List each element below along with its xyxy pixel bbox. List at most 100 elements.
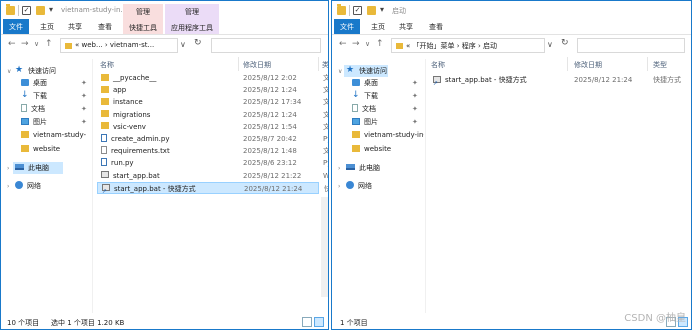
recent-chevron-icon[interactable]: ∨: [34, 38, 39, 50]
address-dropdown-icon[interactable]: ∨: [547, 40, 553, 49]
refresh-icon[interactable]: ↻: [561, 38, 569, 48]
address-bar[interactable]: « 「开始」菜单 › 程序 › 启动: [391, 38, 545, 53]
nav-documents[interactable]: 文档: [21, 103, 45, 115]
nav-folder-vietnam[interactable]: vietnam-study-in-: [352, 129, 424, 141]
column-name[interactable]: 名称: [431, 60, 445, 70]
address-bar[interactable]: « web... › vietnam-st...: [60, 38, 178, 53]
column-divider[interactable]: [647, 57, 648, 71]
file-row[interactable]: app 2025/8/12 1:24 文: [97, 84, 328, 96]
column-date[interactable]: 修改日期: [574, 60, 602, 70]
nav-documents[interactable]: 文档: [352, 103, 376, 115]
nav-downloads[interactable]: ↓ 下载: [21, 90, 47, 102]
picture-icon: [352, 117, 360, 125]
file-name: start_app.bat - 快捷方式: [102, 183, 196, 198]
chevron-down-icon[interactable]: ∨: [7, 68, 11, 75]
nav-downloads[interactable]: ↓ 下载: [352, 90, 378, 102]
details-view-button[interactable]: [302, 317, 312, 327]
explorer-window-right: ✓ ▾ 启动 文件 主页 共享 查看 ← → ∨ ↑ « 「开始」菜单 › 程序…: [331, 0, 692, 330]
address-dropdown-icon[interactable]: ∨: [180, 40, 186, 49]
pane-divider[interactable]: [92, 59, 93, 313]
nav-desktop[interactable]: 桌面: [21, 77, 47, 89]
pin-icon[interactable]: ✦: [412, 92, 418, 100]
pin-icon[interactable]: ✦: [412, 105, 418, 113]
tab-view[interactable]: 查看: [424, 19, 448, 35]
chevron-right-icon[interactable]: ›: [338, 165, 340, 172]
file-row[interactable]: start_app.bat - 快捷方式 2025/8/12 21:24 快捷方式: [429, 74, 681, 90]
tab-shortcut-tools[interactable]: 管理 快捷工具: [123, 4, 163, 35]
column-type[interactable]: 类型: [653, 60, 667, 70]
customize-toolbar-chevron-icon[interactable]: ▾: [49, 5, 53, 14]
tab-home[interactable]: 主页: [366, 19, 390, 35]
nav-pictures[interactable]: 图片: [352, 116, 378, 128]
file-type: 文: [323, 145, 328, 157]
file-row[interactable]: run.py 2025/8/6 23:12 Py: [97, 157, 328, 169]
picture-icon: [21, 117, 29, 125]
column-divider[interactable]: [567, 57, 568, 71]
up-arrow-icon[interactable]: ↑: [376, 38, 384, 50]
forward-arrow-icon[interactable]: →: [21, 38, 29, 50]
file-row[interactable]: instance 2025/8/12 17:34 文: [97, 96, 328, 108]
pin-icon[interactable]: ✦: [81, 118, 87, 126]
properties-check-icon[interactable]: ✓: [353, 6, 362, 15]
new-folder-icon[interactable]: [36, 6, 45, 15]
column-divider[interactable]: [238, 57, 239, 71]
tab-file[interactable]: 文件: [334, 19, 360, 35]
column-date[interactable]: 修改日期: [243, 60, 271, 70]
nav-desktop[interactable]: 桌面: [352, 77, 378, 89]
pane-divider[interactable]: [425, 59, 426, 313]
new-folder-icon[interactable]: [367, 6, 376, 15]
tab-view[interactable]: 查看: [93, 19, 117, 35]
large-icons-view-button[interactable]: [314, 317, 324, 327]
file-row[interactable]: vsic-venv 2025/8/12 1:54 文: [97, 121, 328, 133]
file-name-text: __pycache__: [113, 74, 157, 82]
refresh-icon[interactable]: ↻: [194, 38, 202, 48]
recent-chevron-icon[interactable]: ∨: [365, 38, 370, 50]
pin-icon[interactable]: ✦: [81, 105, 87, 113]
file-row[interactable]: start_app.bat - 快捷方式 2025/8/12 21:24 快: [97, 181, 328, 198]
column-type[interactable]: 类: [322, 60, 328, 70]
up-arrow-icon[interactable]: ↑: [45, 38, 53, 50]
pin-icon[interactable]: ✦: [412, 79, 418, 87]
nav-network[interactable]: 网络: [15, 180, 41, 192]
nav-this-pc[interactable]: 此电脑: [13, 162, 63, 174]
back-arrow-icon[interactable]: ←: [8, 38, 16, 50]
nav-folder-website[interactable]: website: [21, 143, 60, 155]
column-name[interactable]: 名称: [100, 60, 114, 70]
customize-toolbar-chevron-icon[interactable]: ▾: [380, 5, 384, 14]
tab-application-tools[interactable]: 管理 应用程序工具: [165, 4, 219, 35]
tab-file[interactable]: 文件: [3, 19, 29, 35]
tab-share[interactable]: 共享: [394, 19, 418, 35]
pin-icon[interactable]: ✦: [81, 79, 87, 87]
pin-icon[interactable]: ✦: [412, 118, 418, 126]
back-arrow-icon[interactable]: ←: [339, 38, 347, 50]
nav-this-pc[interactable]: 此电脑: [346, 162, 380, 174]
pin-icon[interactable]: ✦: [81, 92, 87, 100]
chevron-right-icon[interactable]: ›: [7, 165, 9, 172]
nav-quick-access[interactable]: ★ 快速访问: [344, 65, 388, 77]
nav-quick-access[interactable]: ★ 快速访问: [15, 65, 56, 77]
column-divider[interactable]: [318, 57, 319, 71]
tab-home[interactable]: 主页: [35, 19, 59, 35]
properties-check-icon[interactable]: ✓: [22, 6, 31, 15]
chevron-right-icon[interactable]: ›: [338, 183, 340, 190]
file-type: Py: [323, 135, 328, 143]
nav-folder-website[interactable]: website: [352, 143, 391, 155]
computer-icon: [346, 164, 355, 170]
search-input[interactable]: [211, 38, 321, 53]
file-row[interactable]: start_app.bat 2025/8/12 21:22 W: [97, 170, 328, 182]
nav-network[interactable]: 网络: [346, 180, 372, 192]
file-row[interactable]: create_admin.py 2025/8/7 20:42 Py: [97, 133, 328, 145]
file-row[interactable]: __pycache__ 2025/8/12 2:02 文: [97, 72, 328, 84]
search-input[interactable]: [577, 38, 685, 53]
tab-share[interactable]: 共享: [63, 19, 87, 35]
forward-arrow-icon[interactable]: →: [352, 38, 360, 50]
file-row[interactable]: requirements.txt 2025/8/12 1:48 文: [97, 145, 328, 157]
nav-pictures[interactable]: 图片: [21, 116, 47, 128]
file-name: __pycache__: [101, 72, 156, 84]
watermark: CSDN @柚皇: [624, 313, 686, 324]
file-row[interactable]: migrations 2025/8/12 1:24 文: [97, 109, 328, 121]
nav-folder-vietnam[interactable]: vietnam-study-: [21, 129, 86, 141]
vertical-scrollbar[interactable]: [321, 197, 328, 297]
chevron-right-icon[interactable]: ›: [7, 183, 9, 190]
chevron-down-icon[interactable]: ∨: [338, 68, 342, 75]
